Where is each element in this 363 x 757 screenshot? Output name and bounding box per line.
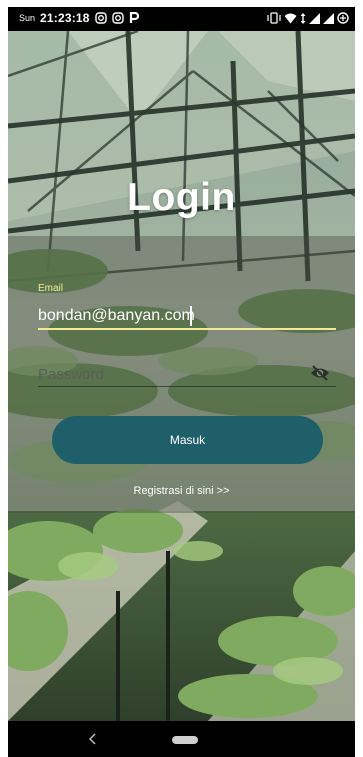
data-arrows-icon: [300, 12, 306, 24]
signal-icon: [309, 12, 320, 24]
battery-saver-icon: [337, 12, 349, 24]
password-field[interactable]: [38, 362, 336, 387]
email-field[interactable]: [38, 304, 336, 330]
vibrate-icon: [267, 12, 281, 24]
eye-off-icon[interactable]: [308, 363, 332, 383]
text-caret: [190, 306, 192, 326]
email-label: Email: [38, 283, 64, 294]
navigation-bar: [8, 721, 355, 757]
page-title: Login: [127, 176, 236, 219]
instagram-icon: [111, 12, 124, 24]
signal-icon: [323, 12, 334, 24]
home-pill[interactable]: [172, 736, 198, 744]
register-link[interactable]: Registrasi di sini >>: [8, 485, 355, 497]
wifi-icon: [284, 13, 297, 24]
status-bar-right: [267, 12, 349, 24]
status-bar-left: Sun 21:23:18: [19, 11, 139, 25]
login-button[interactable]: Masuk: [52, 416, 323, 464]
login-screen: Login Email Masuk Registrasi di sini >>: [8, 31, 355, 721]
instagram-icon: [94, 12, 107, 24]
status-bar: Sun 21:23:18: [8, 7, 355, 31]
status-day: Sun: [19, 13, 36, 23]
parking-icon: [129, 12, 139, 24]
status-time: 21:23:18: [40, 11, 90, 25]
back-icon[interactable]: [86, 731, 100, 747]
phone-screen: Sun 21:23:18 Login Email bondan@banyan.c…: [8, 7, 355, 757]
